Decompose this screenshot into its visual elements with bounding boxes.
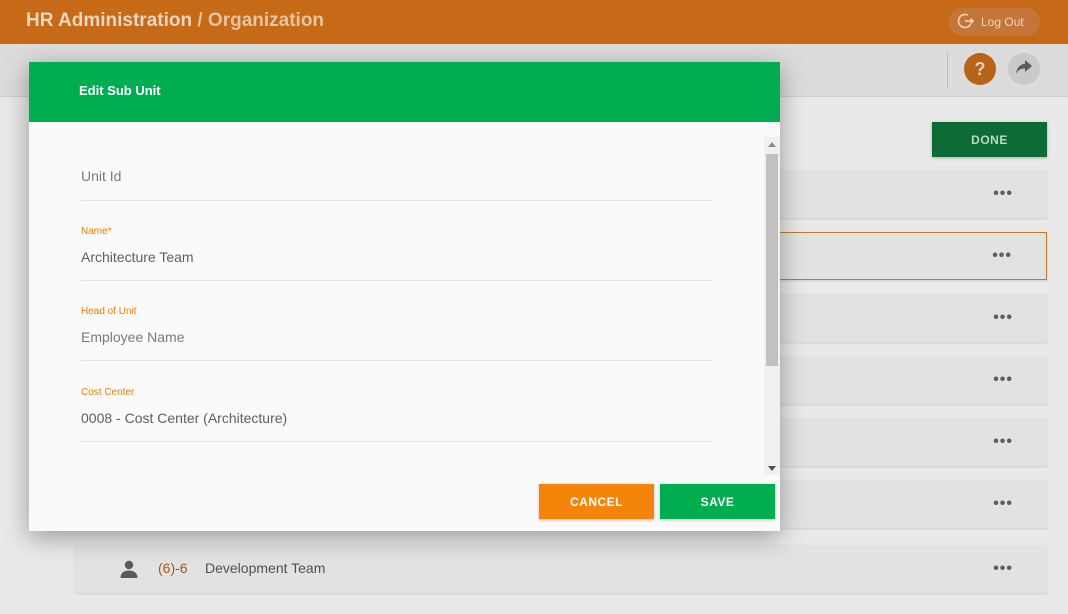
name-input[interactable]: Architecture Team	[81, 249, 194, 265]
scrollbar-thumb[interactable]	[766, 154, 778, 366]
unit-name: Development Team	[205, 560, 326, 576]
help-button[interactable]: ?	[964, 53, 996, 85]
dialog-title: Edit Sub Unit	[79, 83, 161, 98]
app-title-text: HR Administration	[26, 10, 193, 31]
name-field[interactable]: Name* Architecture Team	[81, 222, 712, 281]
dialog-header: Edit Sub Unit	[29, 62, 780, 122]
person-icon	[119, 559, 139, 579]
cost-center-field[interactable]: Cost Center 0008 - Cost Center (Architec…	[81, 383, 712, 442]
more-dots-icon[interactable]: •••	[992, 247, 1012, 265]
app-header: HR Administration / Organization Log Out	[0, 0, 1068, 44]
scroll-down-arrow-icon[interactable]	[768, 466, 776, 471]
more-dots-icon[interactable]: •••	[993, 495, 1013, 513]
logout-label: Log Out	[981, 15, 1024, 29]
cost-center-label: Cost Center	[81, 387, 135, 398]
toolbar-divider	[947, 52, 948, 88]
name-label: Name*	[81, 226, 112, 237]
more-dots-icon[interactable]: •••	[993, 309, 1013, 327]
done-button[interactable]: DONE	[932, 122, 1047, 157]
tree-row[interactable]: (6)-6 Development Team •••	[75, 545, 1047, 593]
logout-icon	[957, 12, 975, 33]
help-icon: ?	[974, 58, 986, 79]
unit-code: (6)-6	[158, 560, 188, 576]
scroll-up-arrow-icon[interactable]	[768, 142, 776, 147]
dialog-scrollbar[interactable]	[764, 137, 780, 475]
edit-sub-unit-dialog: Edit Sub Unit Unit Id Name* Architecture…	[29, 62, 780, 531]
unit-id-input[interactable]: Unit Id	[81, 168, 121, 184]
unit-id-field[interactable]: Unit Id	[81, 158, 712, 201]
cancel-button[interactable]: CANCEL	[539, 484, 654, 519]
more-dots-icon[interactable]: •••	[993, 560, 1013, 578]
head-of-unit-label: Head of Unit	[81, 306, 137, 317]
more-dots-icon[interactable]: •••	[993, 185, 1013, 203]
title-separator: /	[197, 10, 203, 31]
more-dots-icon[interactable]: •••	[993, 433, 1013, 451]
head-of-unit-field[interactable]: Head of Unit Employee Name	[81, 302, 712, 361]
logout-button[interactable]: Log Out	[949, 8, 1040, 36]
head-of-unit-input[interactable]: Employee Name	[81, 329, 185, 345]
cost-center-select[interactable]: 0008 - Cost Center (Architecture)	[81, 410, 287, 426]
required-mark: *	[107, 226, 112, 237]
app-title: HR Administration / Organization	[26, 10, 324, 32]
more-dots-icon[interactable]: •••	[993, 371, 1013, 389]
share-icon	[1015, 59, 1033, 80]
save-button[interactable]: SAVE	[660, 484, 775, 519]
share-button[interactable]	[1008, 53, 1040, 85]
section-title: Organization	[207, 10, 325, 31]
